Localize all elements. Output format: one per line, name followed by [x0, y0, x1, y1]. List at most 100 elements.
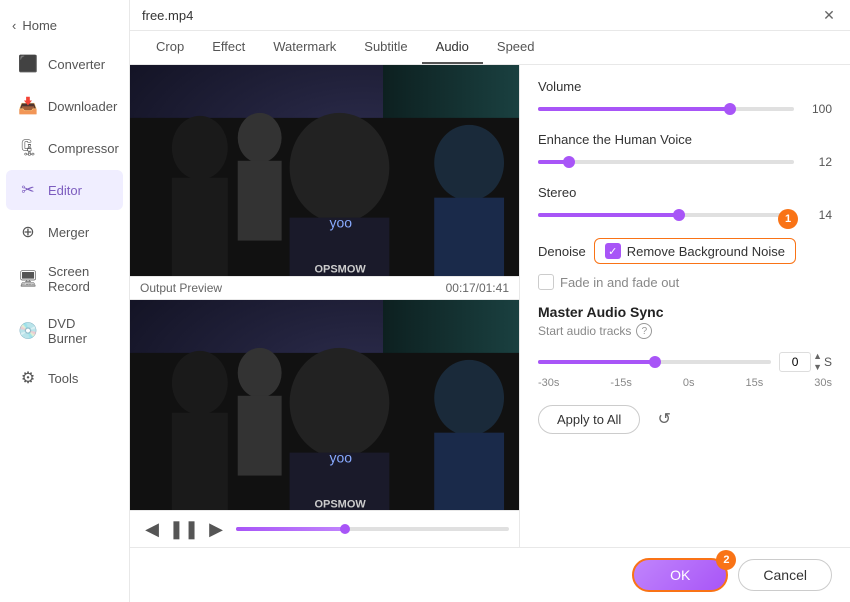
title-bar: free.mp4 ✕: [130, 0, 850, 31]
svg-text:yoo: yoo: [329, 449, 352, 465]
fade-checkbox[interactable]: [538, 274, 554, 290]
sync-labels: -30s -15s 0s 15s 30s: [538, 377, 832, 389]
master-audio-title: Master Audio Sync: [538, 304, 832, 320]
volume-section: Volume 100: [538, 79, 832, 116]
sync-label-p15: 15s: [745, 377, 763, 389]
progress-fill: [236, 527, 345, 531]
ok-button-wrap: OK 2: [632, 558, 728, 592]
tabs-bar: Crop Effect Watermark Subtitle Audio Spe…: [130, 31, 850, 65]
ok-button[interactable]: OK: [632, 558, 728, 592]
converter-label: Converter: [48, 57, 105, 72]
converter-icon: ⬛: [18, 54, 38, 74]
apply-all-button[interactable]: Apply to All: [538, 405, 640, 434]
screen-record-label: Screen Record: [48, 264, 111, 294]
tab-speed[interactable]: Speed: [483, 31, 549, 64]
editor-area: OPSMOW yoo Output P: [130, 65, 850, 547]
video-timestamp: 00:17/01:41: [446, 281, 509, 295]
volume-thumb[interactable]: [724, 103, 736, 115]
forward-button[interactable]: ▶: [204, 517, 228, 541]
tab-effect[interactable]: Effect: [198, 31, 259, 64]
sidebar-item-tools[interactable]: ⚙ Tools: [6, 358, 123, 398]
volume-value: 100: [804, 102, 832, 116]
stereo-thumb[interactable]: [673, 209, 685, 221]
tab-audio[interactable]: Audio: [422, 31, 483, 64]
sidebar-back-button[interactable]: ‹ Home: [0, 8, 129, 43]
editor-label: Editor: [48, 183, 82, 198]
cancel-button[interactable]: Cancel: [738, 559, 832, 591]
info-icon[interactable]: ?: [636, 323, 652, 339]
sync-thumb[interactable]: [649, 356, 661, 368]
dvd-burner-icon: 💿: [18, 321, 38, 341]
denoise-checkbox-label: Remove Background Noise: [627, 244, 785, 259]
reset-button[interactable]: ↺: [650, 405, 678, 433]
close-button[interactable]: ✕: [820, 6, 838, 24]
sidebar-item-screen-record[interactable]: 🖥 Screen Record: [6, 254, 123, 304]
progress-thumb[interactable]: [340, 524, 350, 534]
sync-down-arrow[interactable]: ▼: [813, 362, 822, 373]
sidebar-item-converter[interactable]: ⬛ Converter: [6, 44, 123, 84]
denoise-check-icon: [605, 243, 621, 259]
sync-row: 0 ▲ ▼ S: [538, 351, 832, 373]
denoise-label: Denoise: [538, 244, 586, 259]
master-audio-subtitle: Start audio tracks ?: [538, 323, 832, 339]
denoise-checkbox[interactable]: Remove Background Noise: [594, 238, 796, 264]
downloader-label: Downloader: [48, 99, 117, 114]
svg-text:OPSMOW: OPSMOW: [315, 498, 367, 510]
sync-arrows: ▲ ▼: [813, 351, 822, 373]
sync-unit: S: [824, 355, 832, 369]
enhance-slider[interactable]: [538, 160, 794, 164]
bottom-bar: OK 2 Cancel: [130, 547, 850, 602]
sync-value-box: 0 ▲ ▼ S: [779, 351, 832, 373]
home-label: Home: [22, 18, 57, 33]
sidebar-item-editor[interactable]: ✂ Editor: [6, 170, 123, 210]
back-icon: ‹: [12, 18, 16, 33]
sync-label-m30: -30s: [538, 377, 559, 389]
sync-label-m15: -15s: [610, 377, 631, 389]
video-output-bar: Output Preview 00:17/01:41: [130, 276, 519, 300]
output-preview-label: Output Preview: [140, 281, 222, 295]
tools-icon: ⚙: [18, 368, 38, 388]
editor-icon: ✂: [18, 180, 38, 200]
enhance-section: Enhance the Human Voice 12: [538, 132, 832, 169]
enhance-thumb[interactable]: [563, 156, 575, 168]
fade-label: Fade in and fade out: [560, 275, 679, 290]
stereo-badge: 1: [778, 209, 798, 229]
sync-fill: [538, 360, 655, 364]
tab-subtitle[interactable]: Subtitle: [350, 31, 421, 64]
filename-label: free.mp4: [142, 8, 193, 23]
sidebar-item-merger[interactable]: ⊕ Merger: [6, 212, 123, 252]
volume-slider[interactable]: [538, 107, 794, 111]
sync-number[interactable]: 0: [779, 352, 811, 372]
stereo-slider[interactable]: 1: [538, 213, 794, 217]
volume-slider-row: 100: [538, 102, 832, 116]
sidebar-item-compressor[interactable]: 🗜 Compressor: [6, 128, 123, 168]
stereo-value: 14: [804, 208, 832, 222]
tab-watermark[interactable]: Watermark: [259, 31, 350, 64]
enhance-slider-row: 12: [538, 155, 832, 169]
video-panel: OPSMOW yoo Output P: [130, 65, 520, 547]
audio-panel: Volume 100 Enhance the Human Voice: [520, 65, 850, 547]
compressor-label: Compressor: [48, 141, 119, 156]
pause-button[interactable]: ❚❚: [172, 517, 196, 541]
action-row: Apply to All ↺: [538, 405, 832, 434]
video-output: OPSMOW yoo: [130, 300, 519, 511]
denoise-row: Denoise Remove Background Noise: [538, 238, 832, 264]
sidebar-item-downloader[interactable]: 📥 Downloader: [6, 86, 123, 126]
rewind-button[interactable]: ◀: [140, 517, 164, 541]
playback-controls: ◀ ❚❚ ▶: [130, 510, 519, 547]
master-subtitle-text: Start audio tracks: [538, 324, 631, 338]
merger-icon: ⊕: [18, 222, 38, 242]
volume-label: Volume: [538, 79, 832, 94]
master-audio-section: Master Audio Sync Start audio tracks ?: [538, 304, 832, 389]
tab-crop[interactable]: Crop: [142, 31, 198, 64]
sidebar-item-dvd-burner[interactable]: 💿 DVD Burner: [6, 306, 123, 356]
sidebar: ‹ Home ⬛ Converter 📥 Downloader 🗜 Compre…: [0, 0, 130, 602]
progress-bar[interactable]: [236, 527, 509, 531]
main-content: free.mp4 ✕ Crop Effect Watermark Subtitl…: [130, 0, 850, 602]
downloader-icon: 📥: [18, 96, 38, 116]
sync-label-p30: 30s: [814, 377, 832, 389]
sync-up-arrow[interactable]: ▲: [813, 351, 822, 362]
merger-label: Merger: [48, 225, 89, 240]
screen-record-icon: 🖥: [18, 269, 38, 289]
sync-slider[interactable]: [538, 360, 771, 364]
